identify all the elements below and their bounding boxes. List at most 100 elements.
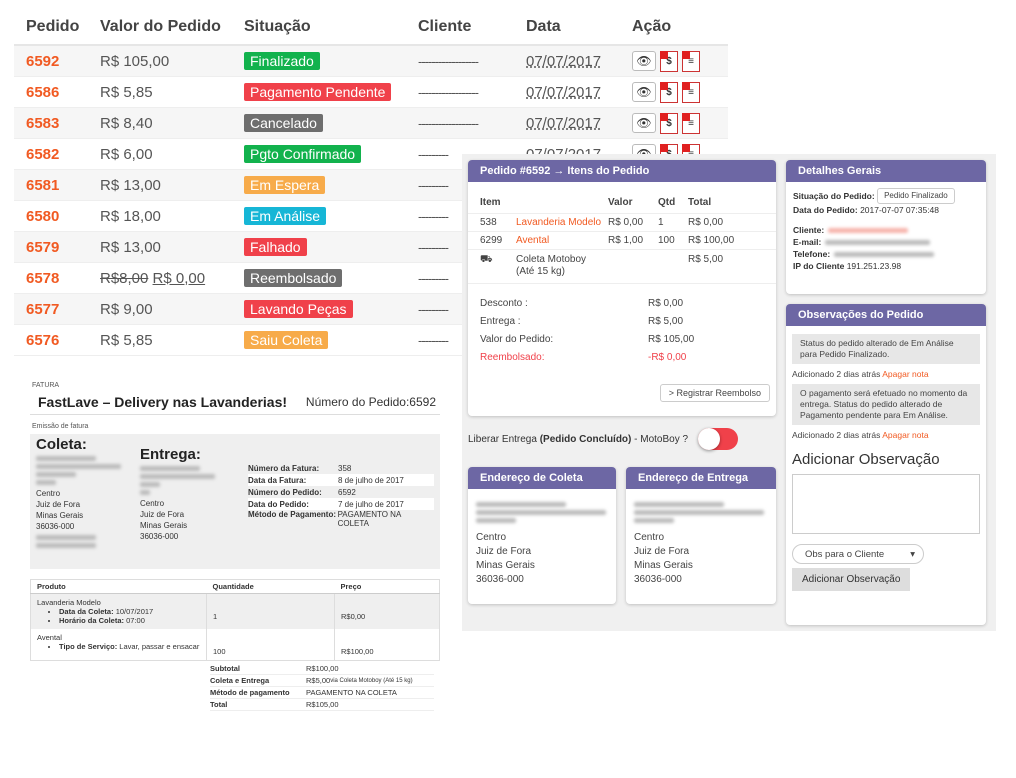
order-id-link[interactable]: 6579 — [14, 239, 88, 256]
order-value-new: R$ 0,00 — [152, 269, 206, 287]
invoice-meta-row: Número da Fatura: 358 — [248, 462, 434, 474]
invoice-coleta-title: Coleta: — [36, 436, 87, 453]
pdf-document-icon[interactable]: ≡ — [682, 81, 700, 103]
invoice-entrega-address-line: 36036-000 — [140, 532, 179, 541]
order-item-name-link[interactable]: Avental — [504, 235, 608, 246]
invoice-entrega-block: Entrega: Centro Juiz de Fora Minas Gerais 3… — [140, 446, 240, 542]
order-value: R$ 5,85 — [100, 331, 153, 349]
order-value-old: R$8,00 — [100, 269, 149, 287]
pdf-invoice-icon[interactable]: $ — [660, 112, 678, 134]
status-badge: Finalizado — [244, 52, 320, 70]
note-date: Adicionado 2 dias atrás — [792, 430, 883, 440]
order-summary: Desconto : R$ 0,00 Entrega : R$ 5,00 Valor d… — [468, 294, 776, 366]
coleta-address-line: Centro — [476, 532, 507, 543]
order-client: ------------------ — [418, 53, 479, 69]
eye-icon[interactable]: 👁 — [632, 81, 656, 102]
invoice-detail-value: 10/07/2017 — [113, 607, 154, 616]
order-value: R$ 13,00 — [100, 238, 161, 256]
release-delivery-toggle[interactable] — [698, 428, 739, 450]
order-actions: 👁$≡ — [620, 112, 720, 134]
shipping-sub: (Até 15 kg) — [516, 266, 565, 277]
note-text: Status do pedido alterado de Em Análise … — [792, 334, 980, 364]
invoice-coleta-address-line: Centro — [36, 489, 61, 498]
summary-row: Reembolsado: -R$ 0,00 — [468, 348, 776, 366]
pickup-address-title: Endereço de Coleta — [468, 467, 616, 489]
order-id-link[interactable]: 6576 — [14, 332, 88, 349]
order-id-link[interactable]: 6581 — [14, 177, 88, 194]
note-meta: Adicionado 2 dias atrás Apagar nota — [786, 364, 986, 384]
add-note-button[interactable]: Adicionar Observação — [792, 568, 911, 591]
order-item-qty: 100 — [658, 235, 675, 246]
order-id-link[interactable]: 6577 — [14, 301, 88, 318]
order-client: ------------------ — [418, 84, 479, 100]
delivery-address-title: Endereço de Entrega — [626, 467, 776, 489]
col-acao: Ação — [632, 18, 672, 35]
order-items-card: Pedido #6592 → Itens do Pedido Item Valo… — [468, 160, 776, 416]
invoice-meta-value: 8 de julho de 2017 — [338, 475, 404, 485]
order-id-link[interactable]: 6583 — [14, 115, 88, 132]
col-cliente: Cliente — [418, 18, 472, 35]
col-pedido: Pedido — [26, 18, 80, 35]
order-item-name-link[interactable]: Lavanderia Modelo — [504, 217, 608, 228]
invoice-item-row: Lavanderia ModeloData da Coleta: 10/07/2… — [30, 593, 440, 629]
invoice: FATURA FastLave – Delivery nas Lavanderi… — [30, 382, 440, 740]
invoice-items-table: Produto Quantidade Preço Lavanderia Mode… — [30, 579, 440, 661]
order-id-link[interactable]: 6592 — [14, 53, 88, 70]
status-badge: Saiu Coleta — [244, 331, 329, 349]
note-date: Adicionado 2 dias atrás — [792, 369, 883, 379]
order-id-link[interactable]: 6586 — [14, 84, 88, 101]
order-notes-title: Observações do Pedido — [786, 304, 986, 326]
register-refund-button[interactable]: > Registrar Reembolso — [659, 384, 770, 402]
status-badge: Pagamento Pendente — [244, 83, 392, 101]
invoice-brand: FastLave – Delivery nas Lavanderias! — [38, 393, 288, 410]
entrega-address-line: Minas Gerais — [634, 560, 693, 571]
summary-row: Valor do Pedido: R$ 105,00 — [468, 330, 776, 348]
pdf-invoice-icon[interactable]: $ — [660, 50, 678, 72]
eye-icon[interactable]: 👁 — [632, 50, 656, 71]
summary-row: Entrega : R$ 5,00 — [468, 312, 776, 330]
order-status-cell: Lavando Peças — [232, 300, 408, 318]
invoice-address-panel: Coleta: Centro Juiz de Fora Minas Gerais 36… — [30, 434, 440, 569]
order-item-sku: 6299 — [480, 235, 503, 246]
order-id-link[interactable]: 6582 — [14, 146, 88, 163]
invoice-item-name: Avental — [37, 633, 62, 642]
coleta-address-line: Minas Gerais — [476, 560, 535, 571]
invoice-coleta-address-line: Juiz de Fora — [36, 500, 81, 509]
invoice-total-row: Método de pagamento PAGAMENTO NA COLETA — [210, 687, 434, 699]
eye-icon[interactable]: 👁 — [632, 112, 656, 133]
delete-note-link[interactable]: Apagar nota — [882, 430, 928, 440]
invoice-item-detail: Tipo de Serviço: Lavar, passar e ensacar — [59, 642, 200, 651]
invoice-total-value: R$5,00 — [306, 676, 331, 685]
order-id-link[interactable]: 6578 — [14, 270, 88, 287]
order-id-link[interactable]: 6580 — [14, 208, 88, 225]
items-col-total: Total — [688, 197, 712, 208]
pdf-document-icon[interactable]: ≡ — [682, 50, 700, 72]
invoice-item-price: R$100,00 — [334, 629, 440, 661]
invoice-titlebar: FastLave – Delivery nas Lavanderias! Núm… — [30, 389, 440, 415]
order-value: R$ 105,00 — [100, 52, 170, 70]
status-value: Pedido Finalizado — [877, 188, 955, 204]
invoice-col-produto: Produto — [30, 579, 207, 594]
invoice-detail-key: Horário da Coleta: — [59, 616, 125, 625]
note-type-select[interactable]: Obs para o Cliente ▾ — [792, 544, 924, 564]
invoice-total-value: R$100,00 — [306, 664, 339, 673]
invoice-meta-row: Data da Fatura: 8 de julho de 2017 — [248, 474, 434, 486]
order-value: R$ 13,00 — [100, 176, 161, 194]
note-textarea[interactable] — [792, 474, 980, 534]
pdf-document-icon[interactable]: ≡ — [682, 112, 700, 134]
order-actions: 👁$≡ — [620, 81, 720, 103]
pdf-invoice-icon[interactable]: $ — [660, 81, 678, 103]
delete-note-link[interactable]: Apagar nota — [882, 369, 928, 379]
col-valor: Valor do Pedido — [100, 18, 221, 35]
table-row: 6592 R$ 105,00 Finalizado -----------------… — [14, 46, 728, 77]
add-note-title: Adicionar Observação — [792, 451, 940, 468]
coleta-address-line: Juiz de Fora — [476, 546, 532, 557]
invoice-detail-value: 07:00 — [124, 616, 145, 625]
invoice-detail-value: Lavar, passar e ensacar — [117, 642, 200, 651]
note-text: O pagamento será efetuado no momento da … — [792, 384, 980, 425]
order-status-cell: Pgto Confirmado — [232, 145, 408, 163]
table-row: 6583 R$ 8,40 Cancelado ------------------ 07… — [14, 108, 728, 139]
status-badge: Em Análise — [244, 207, 327, 225]
summary-key: Entrega : — [480, 315, 521, 327]
invoice-meta-value: PAGAMENTO NA COLETA — [337, 510, 401, 528]
